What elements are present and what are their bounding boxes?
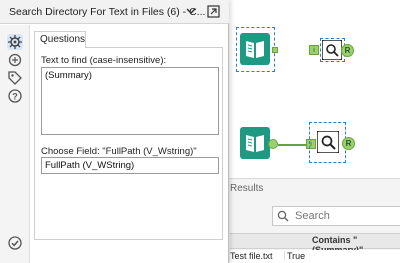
find-label: Text to find (case-insensitive):	[41, 55, 167, 66]
find-text-input[interactable]: (Summary)	[41, 67, 219, 135]
cell-file: Test file.txt	[230, 251, 273, 261]
connection-line[interactable]	[278, 144, 306, 146]
book-tool-icon[interactable]	[240, 33, 270, 65]
configuration-panel: Search Directory For Text in Files (6) -…	[0, 0, 229, 263]
help-icon[interactable]: ?	[7, 88, 23, 104]
book-tool-icon[interactable]	[240, 127, 270, 159]
folder-search-tool-icon[interactable]	[322, 40, 342, 60]
output-anchor-r[interactable]: R	[341, 44, 354, 57]
input-anchor[interactable]: i	[309, 45, 319, 55]
undock-icon[interactable]	[207, 5, 220, 18]
dataset-icon[interactable]	[7, 52, 23, 68]
search-icon	[277, 210, 289, 222]
panel-header: Search Directory For Text in Files (6) -…	[0, 0, 229, 24]
field-select[interactable]: FullPath (V_WString)	[41, 157, 219, 174]
folder-search-tool-icon[interactable]	[317, 131, 339, 153]
results-search-input[interactable]: Search	[272, 206, 400, 226]
field-label: Choose Field: "FullPath (V_Wstring)"	[41, 146, 197, 157]
table-row[interactable]: Test file.txt True	[230, 250, 400, 263]
svg-text:?: ?	[12, 92, 18, 102]
tag-icon[interactable]	[7, 70, 23, 86]
tab-questions[interactable]: Questions	[34, 31, 86, 48]
search-placeholder: Search	[295, 210, 330, 222]
chevron-down-icon[interactable]	[186, 6, 196, 16]
output-anchor-r[interactable]: R	[342, 137, 355, 150]
output-anchor[interactable]	[272, 47, 278, 53]
output-anchor[interactable]	[268, 139, 278, 149]
results-grid-header: Contains "(Summary)"	[230, 233, 400, 255]
panel-side-rail: ?	[0, 25, 30, 263]
results-title: Results	[230, 183, 264, 194]
panel-title: Search Directory For Text in Files (6) -…	[9, 6, 206, 18]
gear-icon[interactable]	[7, 34, 23, 50]
check-circle-icon[interactable]	[7, 235, 23, 251]
cell-value: True	[284, 251, 305, 261]
